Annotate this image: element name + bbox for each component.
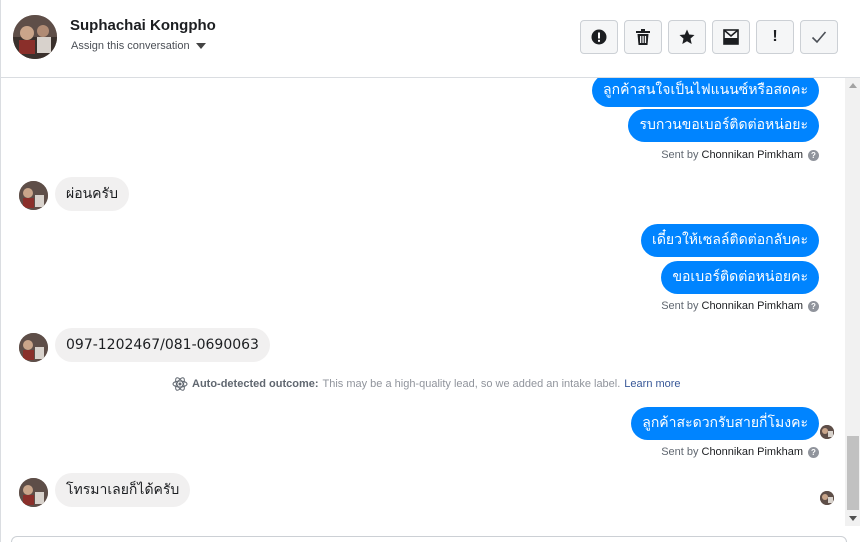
sent-by-label: Sent by Chonnikan Pimkham ?	[661, 446, 819, 458]
outgoing-message[interactable]: เดี๋ยวให้เซลล์ติดต่อกลับคะ	[641, 224, 819, 257]
conversation-toolbar: !	[580, 20, 838, 54]
help-icon[interactable]: ?	[808, 149, 819, 161]
envelope-icon	[723, 29, 739, 45]
caret-down-icon	[195, 43, 206, 49]
conversation-panel: Suphachai Kongpho Assign this conversati…	[0, 0, 860, 542]
outgoing-message[interactable]: รบกวนขอเบอร์ติดต่อหน่อยะ	[628, 109, 819, 142]
sender-avatar[interactable]	[19, 333, 48, 362]
help-icon[interactable]: ?	[808, 446, 819, 458]
contact-name[interactable]: Suphachai Kongpho	[70, 17, 216, 34]
thread-scrollbar[interactable]	[845, 78, 860, 526]
incoming-message[interactable]: ผ่อนครับ	[55, 177, 129, 211]
scroll-down-arrow-icon[interactable]	[849, 516, 857, 521]
sent-by-prefix: Sent by	[661, 446, 699, 458]
sent-by-prefix: Sent by	[661, 149, 699, 161]
conversation-header: Suphachai Kongpho Assign this conversati…	[1, 0, 860, 78]
sent-by-label: Sent by Chonnikan Pimkham ?	[661, 300, 819, 312]
star-button[interactable]	[668, 20, 706, 54]
trash-icon	[636, 29, 650, 45]
outgoing-message[interactable]: ลูกค้าสะดวกรับสายกี่โมงคะ	[631, 407, 819, 440]
auto-detected-outcome-note: Auto-detected outcome: This may be a hig…	[172, 376, 681, 392]
atom-icon	[172, 377, 188, 391]
alert-circle-icon	[591, 29, 607, 45]
sent-by-prefix: Sent by	[661, 300, 699, 312]
delete-button[interactable]	[624, 20, 662, 54]
seen-indicator-avatar	[820, 491, 834, 505]
spam-button[interactable]	[580, 20, 618, 54]
sender-name[interactable]: Chonnikan Pimkham	[702, 446, 804, 458]
outgoing-message[interactable]: ขอเบอร์ติดต่อหน่อยคะ	[661, 261, 819, 294]
sender-avatar[interactable]	[19, 181, 48, 210]
star-icon	[679, 29, 695, 44]
sender-avatar[interactable]	[19, 478, 48, 507]
incoming-message[interactable]: 097-1202467/081-0690063	[55, 328, 270, 362]
assign-conversation-dropdown[interactable]: Assign this conversation	[71, 40, 206, 52]
scroll-up-arrow-icon[interactable]	[849, 83, 857, 88]
sender-name[interactable]: Chonnikan Pimkham	[702, 300, 804, 312]
message-composer[interactable]	[11, 536, 847, 542]
sent-by-label: Sent by Chonnikan Pimkham ?	[661, 149, 819, 161]
scrollbar-thumb[interactable]	[847, 436, 859, 510]
exclamation-icon: !	[772, 28, 778, 45]
incoming-message[interactable]: โทรมาเลยก็ได้ครับ	[55, 473, 191, 507]
assign-label: Assign this conversation	[71, 40, 190, 52]
auto-note-title: Auto-detected outcome:	[192, 378, 319, 390]
sender-name[interactable]: Chonnikan Pimkham	[702, 149, 804, 161]
contact-avatar[interactable]	[13, 15, 57, 59]
follow-up-button[interactable]: !	[756, 20, 794, 54]
outgoing-message[interactable]: ลูกค้าสนใจเป็นไฟแนนซ์หรือสดคะ	[592, 78, 819, 107]
help-icon[interactable]: ?	[808, 300, 819, 312]
check-icon	[811, 31, 827, 44]
mark-unread-button[interactable]	[712, 20, 750, 54]
message-thread[interactable]: ลูกค้าสนใจเป็นไฟแนนซ์หรือสดคะ รบกวนขอเบอ…	[1, 78, 845, 528]
auto-note-text: This may be a high-quality lead, so we a…	[322, 378, 621, 390]
learn-more-link[interactable]: Learn more	[624, 378, 680, 390]
seen-indicator-avatar	[820, 425, 834, 439]
done-button[interactable]	[800, 20, 838, 54]
